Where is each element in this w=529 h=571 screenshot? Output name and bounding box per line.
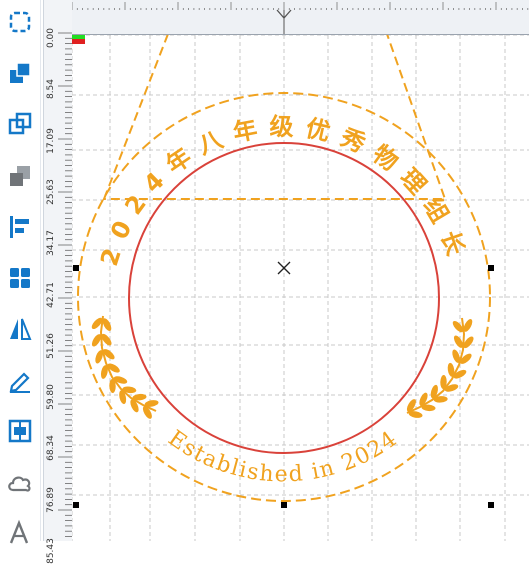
ruler-label: 17.09 xyxy=(46,127,56,154)
ruler-label: 76.89 xyxy=(46,486,56,513)
bring-forward-icon[interactable] xyxy=(6,59,34,87)
stamp-bottom-text: Established in 2024 xyxy=(163,426,402,487)
ruler-label: 68.34 xyxy=(46,435,56,462)
send-backward-icon[interactable] xyxy=(6,162,34,190)
distribute-icon[interactable] xyxy=(6,417,34,445)
center-cross-icon xyxy=(277,261,291,275)
ruler-label: 8.54 xyxy=(46,79,56,100)
ruler-label: 0.00 xyxy=(46,27,56,49)
ruler-label: 25.63 xyxy=(46,179,56,205)
flip-icon[interactable] xyxy=(6,315,34,343)
grid-layout-icon[interactable] xyxy=(6,264,34,292)
cloud-shape-icon[interactable] xyxy=(6,469,34,497)
edit-pen-icon[interactable] xyxy=(6,366,34,394)
ruler-label: 34.17 xyxy=(46,230,56,257)
status-indicator xyxy=(72,35,85,44)
align-left-icon[interactable] xyxy=(6,213,34,241)
duplicate-icon[interactable] xyxy=(6,110,34,138)
ruler-label: 59.80 xyxy=(46,384,56,410)
ruler-ticks-top xyxy=(72,2,529,34)
ruler-label: 51.26 xyxy=(46,332,56,359)
laurel-grain xyxy=(130,399,139,413)
select-frame-icon[interactable] xyxy=(6,8,34,36)
stamp-stage[interactable]: 2024年八年级优秀物理组长 Established in 2024 xyxy=(72,35,529,541)
laurel-left-icon xyxy=(91,315,159,419)
laurel-grain xyxy=(419,392,428,406)
vertical-ruler: 0.00 8.54 17.09 25.63 34.17 42.71 51.26 59.80 68… xyxy=(43,0,73,564)
left-toolbar xyxy=(0,0,41,544)
ruler-label: 85.43 xyxy=(46,538,56,564)
horizontal-ruler xyxy=(72,0,529,35)
ruler-label: 42.71 xyxy=(46,281,56,308)
design-canvas[interactable]: 2024年八年级优秀物理组长 Established in 2024 xyxy=(72,35,529,541)
